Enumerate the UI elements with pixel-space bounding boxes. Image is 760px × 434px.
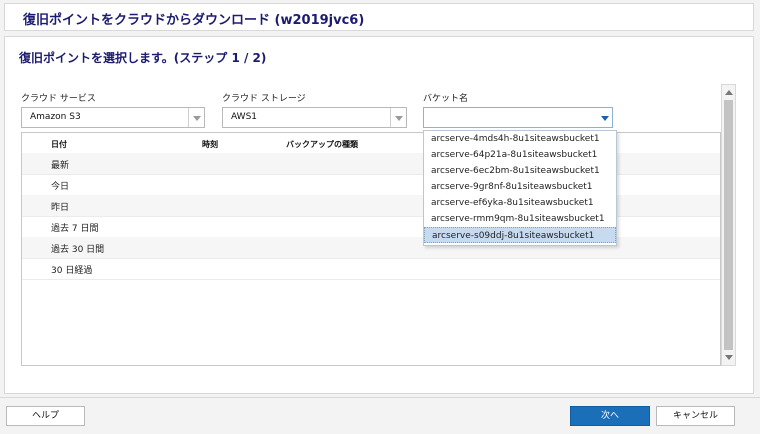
row-label: 過去 30 日間 — [51, 245, 105, 255]
scroll-up-icon[interactable] — [725, 90, 733, 95]
row-label: 昨日 — [51, 203, 70, 213]
cancel-button[interactable]: キャンセル — [656, 406, 735, 426]
chevron-down-icon — [193, 116, 201, 121]
footer: ヘルプ 次へ キャンセル — [0, 397, 760, 434]
cloud-storage-value: AWS1 — [231, 112, 258, 122]
column-header-time[interactable]: 時刻 — [202, 139, 218, 150]
column-header-date[interactable]: 日付 — [51, 139, 67, 150]
bucket-option-selected[interactable]: arcserve-s09ddj-8u1siteawsbucket1 — [424, 227, 616, 243]
bucket-option[interactable]: arcserve-rmm9qm-8u1siteawsbucket1 — [424, 211, 616, 227]
step-title: 復旧ポイントを選択します。(ステップ 1 / 2) — [19, 51, 267, 65]
bucket-option[interactable]: arcserve-ef6yka-8u1siteawsbucket1 — [424, 195, 616, 211]
main-panel: 復旧ポイントを選択します。(ステップ 1 / 2) クラウド サービス Amaz… — [4, 36, 754, 394]
vertical-scrollbar[interactable] — [721, 84, 736, 366]
chevron-down-icon — [395, 116, 403, 121]
window-title: 復旧ポイントをクラウドからダウンロード (w2019jvc6) — [23, 13, 365, 28]
cloud-storage-select[interactable]: AWS1 — [222, 107, 407, 128]
bucket-option[interactable]: arcserve-6ec2bm-8u1siteawsbucket1 — [424, 163, 616, 179]
bucket-name-label: バケット名 — [423, 94, 469, 104]
cloud-service-dropdown-button[interactable] — [188, 108, 204, 127]
scroll-down-icon[interactable] — [725, 355, 733, 360]
cloud-service-select[interactable]: Amazon S3 — [21, 107, 205, 128]
bucket-name-select[interactable] — [423, 107, 613, 128]
row-label: 30 日経過 — [51, 266, 93, 276]
cloud-storage-dropdown-button[interactable] — [390, 108, 406, 127]
help-button[interactable]: ヘルプ — [6, 406, 85, 426]
title-bar: 復旧ポイントをクラウドからダウンロード (w2019jvc6) — [4, 3, 754, 31]
chevron-down-icon — [601, 116, 609, 121]
cloud-storage-label: クラウド ストレージ — [222, 94, 306, 104]
table-row[interactable]: 30 日経過 — [22, 258, 720, 280]
bucket-option[interactable]: arcserve-4mds4h-8u1siteawsbucket1 — [424, 131, 616, 147]
row-label: 今日 — [51, 182, 70, 192]
next-button[interactable]: 次へ — [570, 406, 650, 426]
bucket-dropdown-list: arcserve-4mds4h-8u1siteawsbucket1 arcser… — [423, 130, 617, 246]
bucket-option[interactable]: arcserve-64p21a-8u1siteawsbucket1 — [424, 147, 616, 163]
bucket-name-dropdown-button[interactable] — [597, 108, 612, 127]
cloud-service-label: クラウド サービス — [21, 94, 96, 104]
scrollbar-thumb[interactable] — [724, 100, 733, 350]
row-label: 過去 7 日間 — [51, 224, 99, 234]
bucket-option[interactable]: arcserve-9gr8nf-8u1siteawsbucket1 — [424, 179, 616, 195]
column-header-backup-type[interactable]: バックアップの種類 — [286, 139, 358, 150]
row-label: 最新 — [51, 161, 70, 171]
cloud-service-value: Amazon S3 — [30, 112, 81, 122]
